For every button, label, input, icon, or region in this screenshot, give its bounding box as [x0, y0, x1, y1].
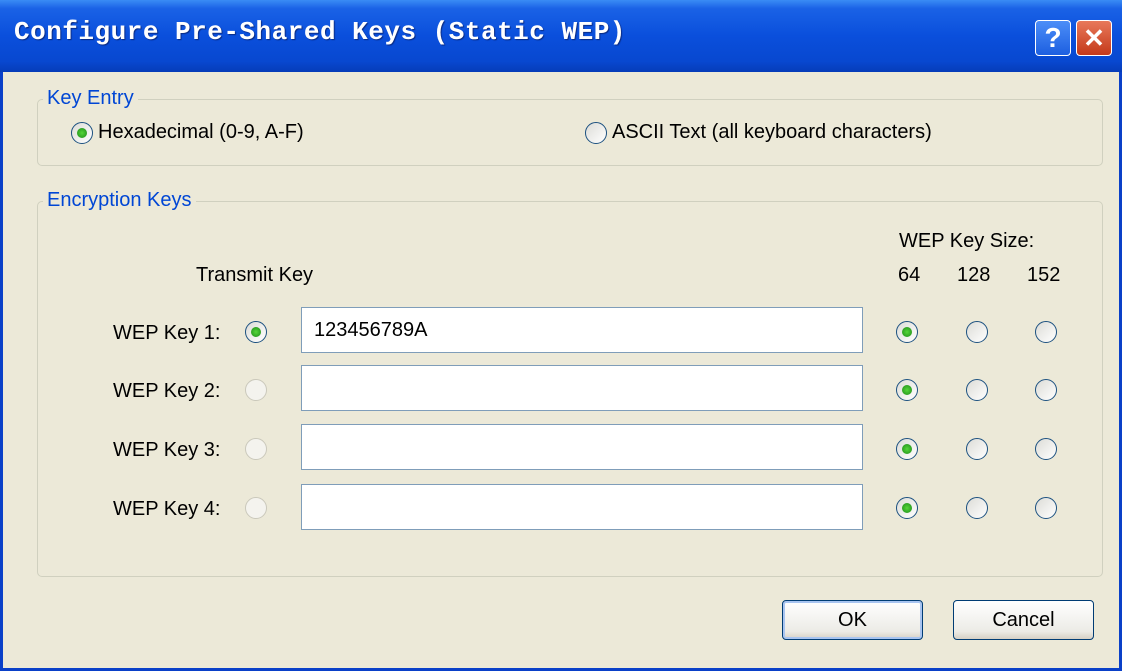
wep-key-4-size-128-radio[interactable]: [966, 497, 988, 519]
wep-key-1-transmit-radio[interactable]: [245, 321, 267, 343]
encryption-keys-legend: Encryption Keys: [43, 189, 196, 212]
wep-key-4-size-64-radio[interactable]: [896, 497, 918, 519]
wep-key-4-label: WEP Key 4:: [113, 498, 221, 520]
dialog-title: Configure Pre-Shared Keys (Static WEP): [14, 17, 626, 47]
wep-key-2-label: WEP Key 2:: [113, 380, 221, 402]
wep-key-1-input[interactable]: 123456789A: [301, 307, 863, 353]
help-button[interactable]: ?: [1035, 20, 1071, 56]
size-header-152: 152: [1027, 264, 1061, 286]
wep-key-3-transmit-radio: [245, 438, 267, 460]
title-bar[interactable]: Configure Pre-Shared Keys (Static WEP) ?…: [0, 0, 1122, 72]
wep-key-1-label: WEP Key 1:: [113, 322, 221, 344]
wep-key-3-size-64-radio[interactable]: [896, 438, 918, 460]
wep-key-1-size-128-radio[interactable]: [966, 321, 988, 343]
wep-key-2-size-128-radio[interactable]: [966, 379, 988, 401]
wep-key-2-input[interactable]: [301, 365, 863, 411]
transmit-key-header: Transmit Key: [196, 264, 314, 286]
wep-key-4-input[interactable]: [301, 484, 863, 530]
ascii-text-radio[interactable]: [585, 122, 607, 144]
wep-key-3-size-128-radio[interactable]: [966, 438, 988, 460]
ascii-text-label[interactable]: ASCII Text (all keyboard characters): [612, 121, 932, 144]
size-header-64: 64: [898, 264, 921, 286]
wep-key-1-size-152-radio[interactable]: [1035, 321, 1057, 343]
wep-key-4-size-152-radio[interactable]: [1035, 497, 1057, 519]
hexadecimal-label[interactable]: Hexadecimal (0-9, A-F): [98, 121, 304, 144]
wep-key-1-size-64-radio[interactable]: [896, 321, 918, 343]
wep-key-size-header: WEP Key Size:: [899, 230, 1035, 252]
wep-key-2-size-152-radio[interactable]: [1035, 379, 1057, 401]
key-entry-legend: Key Entry: [43, 87, 138, 110]
wep-key-2-transmit-radio: [245, 379, 267, 401]
ok-button[interactable]: OK: [782, 600, 923, 640]
hexadecimal-radio[interactable]: [71, 122, 93, 144]
wep-key-3-label: WEP Key 3:: [113, 439, 221, 461]
dialog-window: Configure Pre-Shared Keys (Static WEP) ?…: [0, 0, 1122, 671]
wep-key-2-size-64-radio[interactable]: [896, 379, 918, 401]
cancel-button[interactable]: Cancel: [953, 600, 1094, 640]
wep-key-3-size-152-radio[interactable]: [1035, 438, 1057, 460]
close-button[interactable]: ✕: [1076, 20, 1112, 56]
wep-key-4-transmit-radio: [245, 497, 267, 519]
wep-key-3-input[interactable]: [301, 424, 863, 470]
size-header-128: 128: [957, 264, 991, 286]
